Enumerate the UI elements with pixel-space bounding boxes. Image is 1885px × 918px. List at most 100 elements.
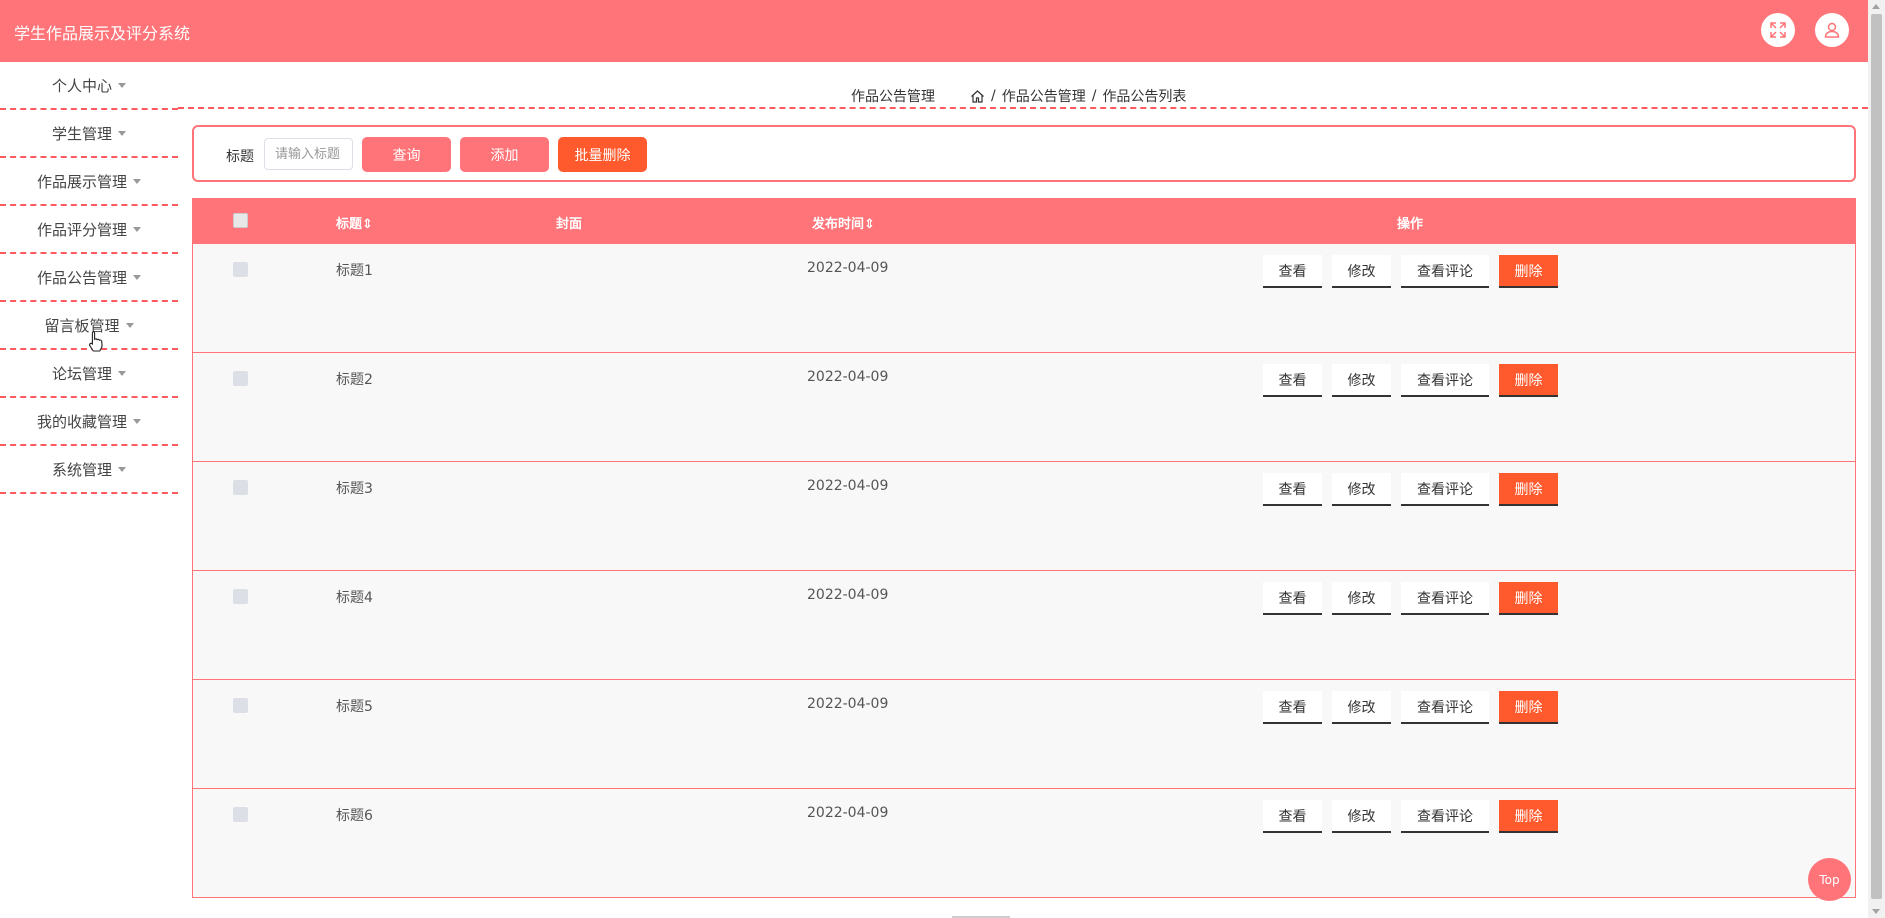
cell-date: 2022-04-09: [807, 805, 889, 821]
sidebar-item-label: 我的收藏管理: [36, 412, 127, 431]
delete-button[interactable]: 删除: [1499, 473, 1558, 506]
title-search-input[interactable]: [264, 138, 353, 170]
sidebar-item-students[interactable]: 学生管理: [0, 110, 178, 158]
row-checkbox[interactable]: [233, 480, 248, 495]
view-button[interactable]: 查看: [1263, 473, 1322, 506]
sidebar-item-label: 系统管理: [51, 460, 112, 479]
sidebar-item-label: 个人中心: [51, 76, 112, 95]
sidebar: 个人中心 学生管理 作品展示管理 作品评分管理 作品公告管理 留言板管理 论坛管…: [0, 62, 178, 494]
breadcrumb-level2: 作品公告列表: [1102, 89, 1187, 105]
edit-button[interactable]: 修改: [1332, 800, 1391, 833]
cell-date: 2022-04-09: [807, 587, 889, 603]
sidebar-item-works-display[interactable]: 作品展示管理: [0, 158, 178, 206]
table-row: 标题3 2022-04-09 查看 修改 查看评论 删除: [193, 461, 1855, 570]
scroll-down-icon[interactable]: [1872, 909, 1880, 914]
edit-button[interactable]: 修改: [1332, 364, 1391, 397]
edit-button[interactable]: 修改: [1332, 255, 1391, 288]
scroll-up-icon[interactable]: [1872, 4, 1880, 9]
view-comments-button[interactable]: 查看评论: [1401, 800, 1489, 833]
sidebar-item-forum[interactable]: 论坛管理: [0, 350, 178, 398]
user-icon: [1824, 22, 1840, 38]
table-row: 标题2 2022-04-09 查看 修改 查看评论 删除: [193, 352, 1855, 461]
cell-date: 2022-04-09: [807, 260, 889, 276]
view-button[interactable]: 查看: [1263, 255, 1322, 288]
sidebar-item-label: 作品评分管理: [36, 220, 127, 239]
view-button[interactable]: 查看: [1263, 364, 1322, 397]
sidebar-item-works-notice[interactable]: 作品公告管理: [0, 254, 178, 302]
sidebar-item-personal-center[interactable]: 个人中心: [0, 62, 178, 110]
chevron-down-icon: [133, 178, 141, 184]
back-to-top-button[interactable]: Top: [1808, 858, 1851, 901]
view-comments-button[interactable]: 查看评论: [1401, 473, 1489, 506]
cell-title: 标题1: [336, 263, 373, 279]
sort-icon: ⇕: [864, 217, 875, 232]
chevron-down-icon: [125, 322, 134, 328]
cell-date: 2022-04-09: [807, 696, 889, 712]
row-checkbox[interactable]: [233, 698, 248, 713]
view-button[interactable]: 查看: [1263, 582, 1322, 615]
hand-cursor-icon: [89, 330, 103, 352]
edit-button[interactable]: 修改: [1332, 691, 1391, 724]
table-row: 标题1 2022-04-09 查看 修改 查看评论 删除: [193, 243, 1855, 352]
sidebar-item-my-favorites[interactable]: 我的收藏管理: [0, 398, 178, 446]
app-title: 学生作品展示及评分系统: [14, 24, 191, 43]
delete-button[interactable]: 删除: [1499, 364, 1558, 397]
chevron-down-icon: [133, 226, 141, 232]
sidebar-item-label: 作品公告管理: [36, 268, 127, 287]
row-checkbox[interactable]: [233, 262, 248, 277]
delete-button[interactable]: 删除: [1499, 800, 1558, 833]
view-comments-button[interactable]: 查看评论: [1401, 364, 1489, 397]
select-all-checkbox[interactable]: [233, 213, 248, 228]
cell-title: 标题2: [336, 372, 373, 388]
view-comments-button[interactable]: 查看评论: [1401, 255, 1489, 288]
cell-title: 标题4: [336, 590, 373, 606]
scrollbar-thumb[interactable]: [1871, 14, 1882, 899]
view-button[interactable]: 查看: [1263, 691, 1322, 724]
view-comments-button[interactable]: 查看评论: [1401, 691, 1489, 724]
breadcrumb-level1[interactable]: 作品公告管理: [1002, 86, 1086, 106]
row-checkbox[interactable]: [233, 807, 248, 822]
fullscreen-button[interactable]: [1761, 13, 1795, 47]
header-publish-time[interactable]: 发布时间⇕: [812, 213, 875, 232]
view-button[interactable]: 查看: [1263, 800, 1322, 833]
chevron-down-icon: [118, 82, 126, 88]
table-row: 标题6 2022-04-09 查看 修改 查看评论 删除: [193, 788, 1855, 897]
sort-icon: ⇕: [362, 217, 373, 232]
search-panel: 标题 查询 添加 批量删除: [192, 125, 1856, 182]
delete-button[interactable]: 删除: [1499, 255, 1558, 288]
row-checkbox[interactable]: [233, 589, 248, 604]
add-button[interactable]: 添加: [460, 137, 549, 172]
header-title[interactable]: 标题⇕: [336, 213, 373, 232]
cell-title: 标题5: [336, 699, 373, 715]
cell-title: 标题6: [336, 808, 373, 824]
edit-button[interactable]: 修改: [1332, 582, 1391, 615]
chevron-down-icon: [118, 370, 126, 376]
page-title: 作品公告管理: [851, 89, 935, 105]
user-button[interactable]: [1815, 13, 1849, 47]
header-publish-time-label: 发布时间: [812, 217, 865, 232]
delete-button[interactable]: 删除: [1499, 691, 1558, 724]
table-row: 标题5 2022-04-09 查看 修改 查看评论 删除: [193, 679, 1855, 788]
edit-button[interactable]: 修改: [1332, 473, 1391, 506]
chevron-down-icon: [118, 130, 126, 136]
batch-delete-button[interactable]: 批量删除: [558, 137, 647, 172]
sidebar-item-label: 学生管理: [51, 124, 112, 143]
sidebar-item-system[interactable]: 系统管理: [0, 446, 178, 494]
chevron-down-icon: [133, 418, 141, 424]
breadcrumb-separator: /: [1091, 88, 1097, 104]
header-cover: 封面: [556, 217, 583, 232]
sidebar-item-works-scoring[interactable]: 作品评分管理: [0, 206, 178, 254]
sidebar-item-label: 论坛管理: [51, 364, 112, 383]
delete-button[interactable]: 删除: [1499, 582, 1558, 615]
vertical-scrollbar[interactable]: [1868, 0, 1885, 918]
home-icon[interactable]: [970, 89, 985, 104]
chevron-down-icon: [133, 274, 141, 280]
view-comments-button[interactable]: 查看评论: [1401, 582, 1489, 615]
sidebar-item-label: 留言板管理: [44, 316, 120, 335]
header-actions: 操作: [1397, 217, 1424, 232]
search-label: 标题: [226, 149, 254, 165]
row-checkbox[interactable]: [233, 371, 248, 386]
cell-date: 2022-04-09: [807, 369, 889, 385]
query-button[interactable]: 查询: [362, 137, 451, 172]
header-title-label: 标题: [336, 217, 363, 232]
